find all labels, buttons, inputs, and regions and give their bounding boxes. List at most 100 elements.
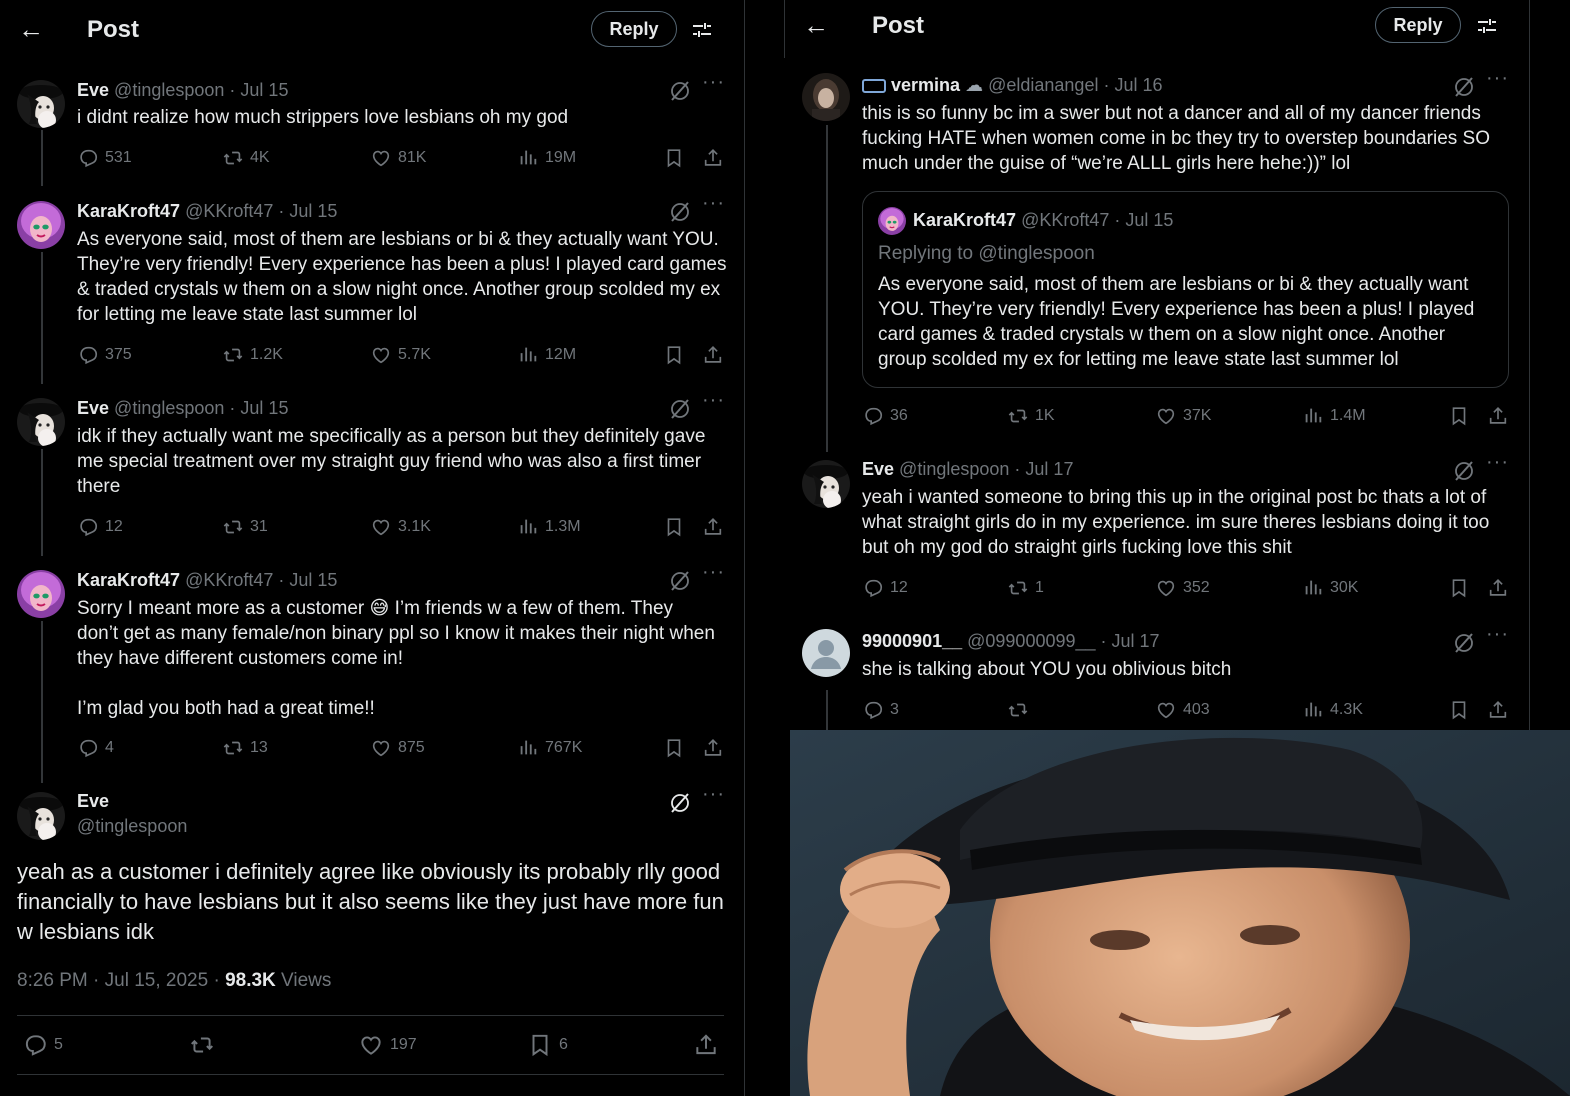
timestamp[interactable]: 8:26 PM · Jul 15, 2025 · [17, 970, 220, 991]
views-action[interactable]: 1.3M [517, 515, 581, 539]
tweet-date[interactable]: · Jul 15 [229, 398, 288, 418]
like-action[interactable]: 352 [1155, 576, 1210, 600]
avatar[interactable] [17, 80, 65, 128]
reply-tweet[interactable]: Eve @tinglespoon · Jul 17 ··· yeah i wan… [785, 450, 1529, 620]
more-options-icon[interactable]: ··· [1486, 451, 1509, 474]
more-options-icon[interactable]: ··· [1486, 623, 1509, 646]
tweet-date[interactable]: · Jul 17 [1101, 631, 1160, 651]
more-options-icon[interactable]: ··· [702, 561, 725, 584]
views-action[interactable]: 1.4M [1302, 404, 1366, 428]
author-name[interactable]: Eve [77, 791, 109, 811]
share-action[interactable] [1487, 698, 1509, 722]
bookmark-action[interactable] [663, 343, 685, 367]
share-action[interactable] [1487, 404, 1509, 428]
views-action[interactable]: 767K [517, 736, 582, 760]
like-action[interactable]: 5.7K [370, 343, 431, 367]
reply-action[interactable]: 375 [77, 343, 132, 367]
grok-icon[interactable] [668, 200, 692, 224]
author-handle[interactable]: @tinglespoon [114, 398, 224, 418]
reply-action[interactable]: 5 [22, 1033, 63, 1057]
author-handle[interactable]: @KKroft47 [1021, 210, 1109, 230]
author-name[interactable]: KaraKroft47 [77, 201, 180, 221]
tweet-date[interactable]: · Jul 15 [278, 201, 337, 221]
tweet-date[interactable]: · Jul 15 [1114, 210, 1173, 230]
more-options-icon[interactable]: ··· [702, 71, 725, 94]
author-handle[interactable]: @tinglespoon [77, 816, 187, 836]
author-name[interactable]: 99000901__ [862, 631, 962, 651]
grok-icon[interactable] [668, 397, 692, 421]
reply-tweet[interactable]: 99000901__ @099000099__ · Jul 17 ··· she… [785, 622, 1529, 732]
share-action[interactable] [693, 1033, 719, 1057]
grok-icon[interactable] [668, 569, 692, 593]
grok-icon[interactable] [1452, 459, 1476, 483]
quoted-tweet[interactable]: KaraKroft47 @KKroft47 · Jul 15 Replying … [862, 191, 1509, 388]
author-handle[interactable]: @eldianangel [988, 75, 1098, 95]
tune-icon[interactable] [1475, 14, 1499, 38]
share-action[interactable] [1487, 576, 1509, 600]
avatar[interactable] [802, 73, 850, 121]
author-name[interactable]: Eve [862, 459, 894, 479]
share-action[interactable] [702, 736, 724, 760]
avatar[interactable] [17, 792, 65, 840]
avatar[interactable] [802, 460, 850, 508]
share-action[interactable] [702, 515, 724, 539]
reply-tweet[interactable]: Eve @tinglespoon · Jul 15 ··· i didnt re… [0, 70, 743, 190]
author-handle[interactable]: @099000099__ [967, 631, 1095, 651]
grok-icon[interactable] [668, 791, 692, 815]
author-name[interactable]: KaraKroft47 [77, 570, 180, 590]
reply-action[interactable]: 531 [77, 146, 132, 170]
grok-icon[interactable] [1452, 631, 1476, 655]
reply-action[interactable]: 3 [862, 698, 899, 722]
tweet-date[interactable]: · Jul 15 [229, 80, 288, 100]
reply-action[interactable]: 4 [77, 736, 114, 760]
like-action[interactable]: 197 [358, 1033, 417, 1057]
avatar[interactable] [802, 629, 850, 677]
reply-button[interactable]: Reply [1375, 7, 1461, 43]
views-action[interactable]: 30K [1302, 576, 1358, 600]
like-action[interactable]: 3.1K [370, 515, 431, 539]
author-handle[interactable]: @tinglespoon [899, 459, 1009, 479]
views-action[interactable]: 19M [517, 146, 576, 170]
like-action[interactable]: 81K [370, 146, 426, 170]
bookmark-action[interactable] [663, 515, 685, 539]
reply-tweet[interactable]: KaraKroft47 @KKroft47 · Jul 15 ··· Sorry… [0, 560, 743, 782]
like-action[interactable]: 37K [1155, 404, 1211, 428]
bookmark-action[interactable] [1448, 698, 1470, 722]
grok-icon[interactable] [668, 79, 692, 103]
reply-tweet[interactable]: Eve @tinglespoon · Jul 15 ··· idk if the… [0, 388, 743, 558]
bookmark-action[interactable] [663, 736, 685, 760]
repost-action[interactable] [1007, 698, 1035, 722]
bookmark-action[interactable] [663, 146, 685, 170]
reply-tweet[interactable]: vermina ☁ @eldianangel · Jul 16 ··· this… [785, 65, 1529, 440]
author-name[interactable]: KaraKroft47 [913, 210, 1016, 230]
author-name[interactable]: Eve [77, 398, 109, 418]
repost-action[interactable]: 13 [222, 736, 268, 760]
more-options-icon[interactable]: ··· [1486, 67, 1509, 90]
tweet-date[interactable]: · Jul 16 [1103, 75, 1162, 95]
views-action[interactable]: 12M [517, 343, 576, 367]
tune-icon[interactable] [690, 18, 714, 42]
repost-action[interactable]: 1K [1007, 404, 1055, 428]
like-action[interactable]: 875 [370, 736, 425, 760]
reply-action[interactable]: 36 [862, 404, 908, 428]
repost-action[interactable]: 1 [1007, 576, 1044, 600]
avatar[interactable] [17, 201, 65, 249]
share-action[interactable] [702, 146, 724, 170]
author-handle[interactable]: @KKroft47 [185, 201, 273, 221]
share-action[interactable] [702, 343, 724, 367]
back-arrow-icon[interactable]: ← [803, 12, 829, 38]
views-action[interactable]: 4.3K [1302, 698, 1363, 722]
author-handle[interactable]: @KKroft47 [185, 570, 273, 590]
reply-tweet[interactable]: KaraKroft47 @KKroft47 · Jul 15 ··· As ev… [0, 191, 743, 386]
like-action[interactable]: 403 [1155, 698, 1210, 722]
repost-action[interactable]: 4K [222, 146, 270, 170]
author-name[interactable]: vermina [891, 75, 960, 95]
reply-button[interactable]: Reply [591, 11, 677, 47]
avatar[interactable] [17, 398, 65, 446]
author-name[interactable]: Eve [77, 80, 109, 100]
grok-icon[interactable] [1452, 75, 1476, 99]
avatar[interactable] [17, 570, 65, 618]
more-options-icon[interactable]: ··· [702, 192, 725, 215]
more-options-icon[interactable]: ··· [702, 389, 725, 412]
repost-action[interactable]: 31 [222, 515, 268, 539]
